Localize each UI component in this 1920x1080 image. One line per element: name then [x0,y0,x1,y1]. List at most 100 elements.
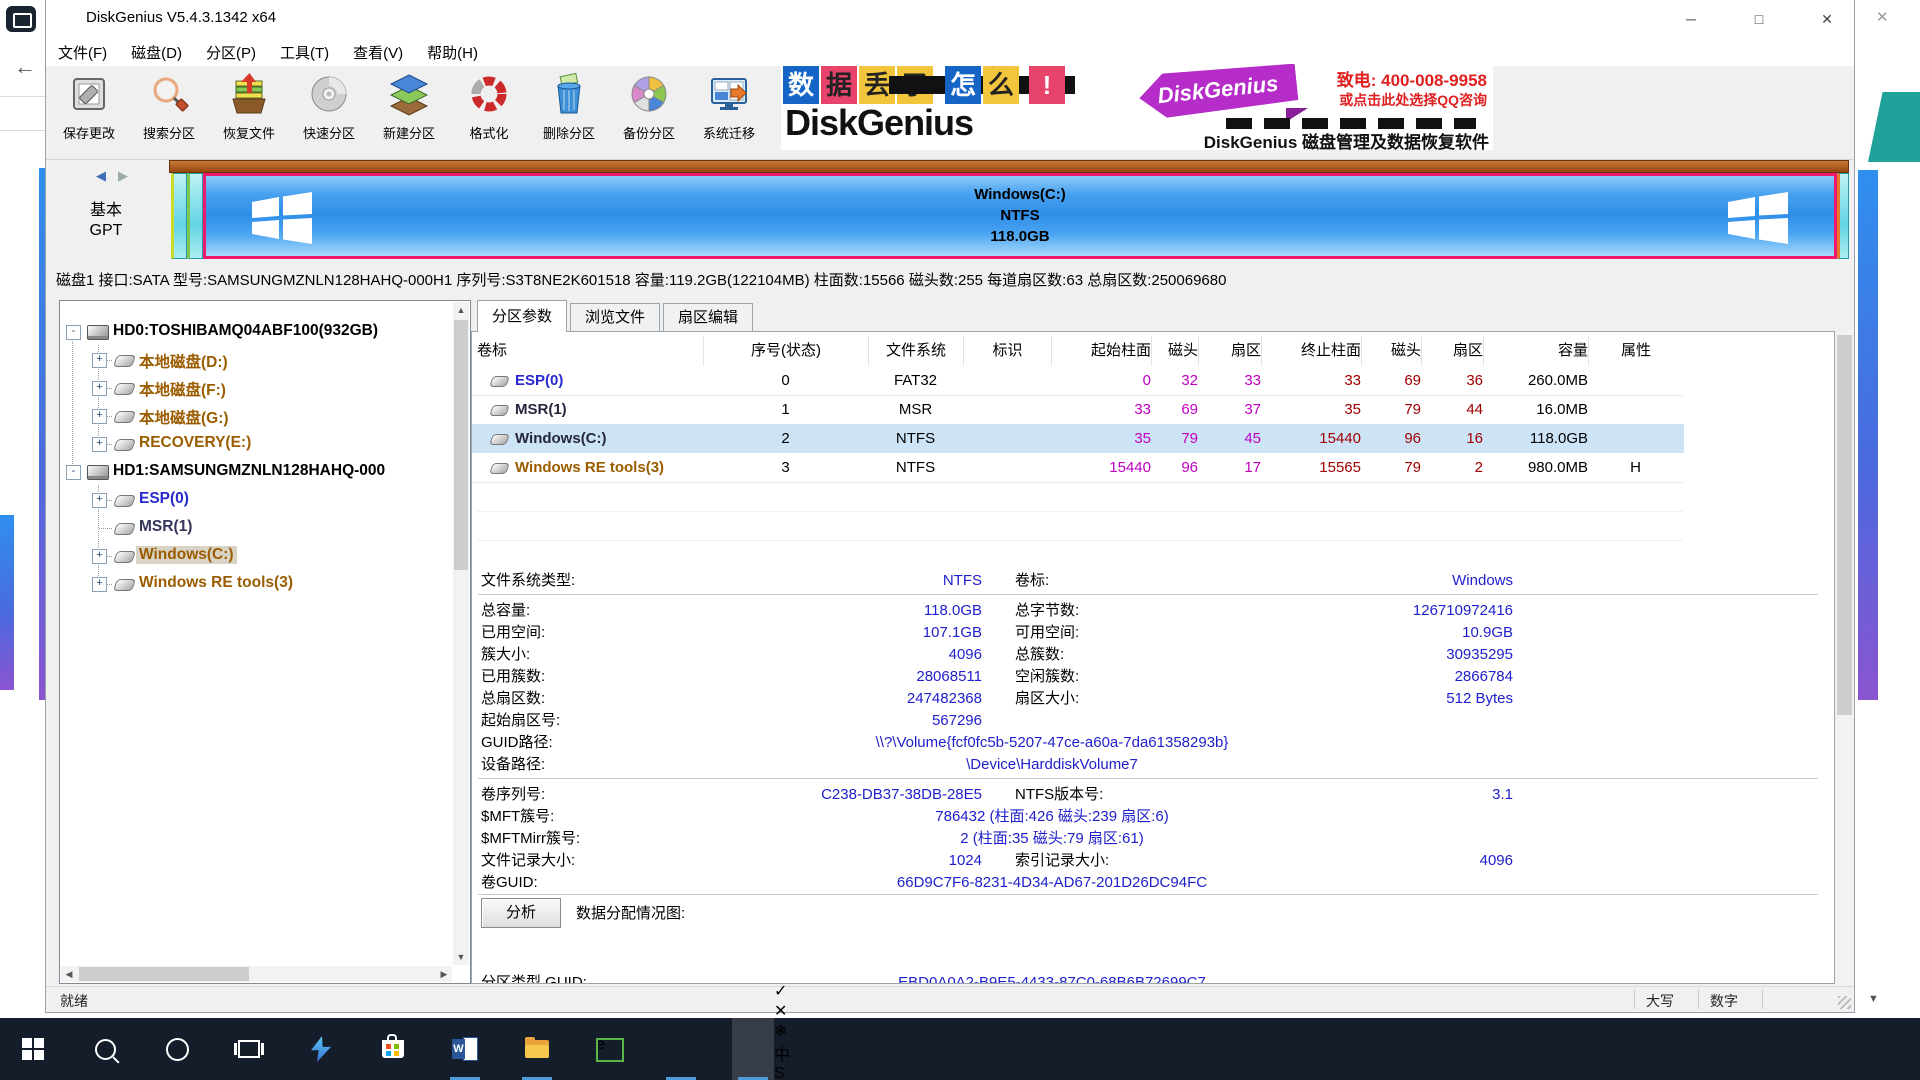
search-partition-button[interactable]: 搜索分区 [130,68,208,156]
expand-icon[interactable]: + [92,409,107,424]
menu-view[interactable]: 查看(V) [341,38,415,67]
tree-item-local-d[interactable]: + 本地磁盘(D:) [60,347,470,373]
detail-row: 文件记录大小:1024 索引记录大小:4096 [472,850,1572,872]
back-arrow-icon[interactable]: ← [14,54,36,80]
menu-tools[interactable]: 工具(T) [268,38,341,67]
store-button[interactable] [372,1018,414,1080]
partition-icon [113,411,136,423]
expand-icon[interactable]: + [92,437,107,452]
tree-item-hd0[interactable]: - HD0:TOSHIBAMQ04ABF100(932GB) [60,319,470,345]
resize-grip[interactable] [1838,996,1851,1009]
tray-defender-icon[interactable]: ✕ [774,1001,836,1021]
file-explorer-button[interactable] [516,1018,558,1080]
banner-tile: 怎 [945,66,981,104]
col-end-head[interactable]: 磁头 [1361,336,1421,366]
scroll-thumb[interactable] [79,967,249,981]
collapse-icon[interactable]: - [66,325,81,340]
desktop-caret-icon[interactable]: ▼ [1868,993,1879,1005]
esp-partition-strip[interactable] [171,173,187,259]
partition-row-windows-c-selected[interactable]: Windows(C:) 2 NTFS 35 79 45 15440 96 16 … [472,424,1684,453]
tree-item-local-g[interactable]: + 本地磁盘(G:) [60,403,470,429]
format-button[interactable]: 格式化 [450,68,528,156]
diskgenius-taskbar-button[interactable] [732,1018,774,1080]
tree-item-recovery-e[interactable]: + RECOVERY(E:) [60,431,470,457]
recovery-partition-strip[interactable] [1837,173,1849,259]
partition-row-msr[interactable]: MSR(1) 1 MSR 33 69 37 35 79 44 16.0MB [472,395,1684,425]
menu-help[interactable]: 帮助(H) [415,38,490,67]
col-end-cylinder[interactable]: 终止柱面 [1261,336,1361,366]
expand-icon[interactable]: + [92,493,107,508]
cell-start-sector: 17 [1198,453,1261,482]
next-disk-icon[interactable]: ▶ [118,168,128,184]
col-capacity[interactable]: 容量 [1483,336,1588,366]
tree-item-windows-c[interactable]: + Windows(C:) [60,543,470,569]
col-filesystem[interactable]: 文件系统 [868,336,963,366]
scroll-up-icon[interactable]: ▲ [453,302,469,318]
tree-item-windows-re[interactable]: + Windows RE tools(3) [60,571,470,597]
start-button[interactable] [12,1018,54,1080]
tray-checklist-icon[interactable]: ✓ [774,981,836,1001]
scroll-left-icon[interactable]: ◀ [61,966,77,982]
tab-browse-files[interactable]: 浏览文件 [570,303,660,331]
windows-c-partition-block[interactable]: Windows(C:) NTFS 118.0GB [203,173,1837,259]
maximize-button[interactable]: □ [1736,4,1782,34]
tab-sector-edit[interactable]: 扇区编辑 [663,303,753,331]
tree-item-msr[interactable]: MSR(1) [60,515,470,541]
col-end-sector[interactable]: 扇区 [1421,336,1483,366]
system-migrate-button[interactable]: 系统迁移 [690,68,768,156]
task-view-button[interactable] [228,1018,270,1080]
close-button[interactable]: ✕ [1804,4,1850,34]
col-start-sector[interactable]: 扇区 [1198,336,1261,366]
scroll-thumb[interactable] [1837,335,1852,715]
tree-horizontal-scrollbar[interactable]: ◀ ▶ [61,966,452,982]
expand-icon[interactable]: + [92,549,107,564]
collapse-icon[interactable]: - [66,465,81,480]
word-button[interactable]: W [444,1018,486,1080]
promo-banner[interactable]: 数 据 丢 了 怎 么 ! DiskGenius DiskGenius 致电: … [781,64,1493,150]
flash-app-button[interactable] [300,1018,342,1080]
cortana-button[interactable] [156,1018,198,1080]
expand-icon[interactable]: + [92,381,107,396]
menu-disk[interactable]: 磁盘(D) [119,38,194,67]
minimize-button[interactable]: ─ [1668,4,1714,34]
taskbar-search-button[interactable] [84,1018,126,1080]
scroll-down-icon[interactable]: ▼ [453,949,469,965]
expand-icon[interactable]: + [92,353,107,368]
tray-sogou-icon[interactable]: S [774,1065,836,1080]
quick-partition-button[interactable]: 快速分区 [290,68,368,156]
scroll-right-icon[interactable]: ▶ [436,966,452,982]
col-volume-label[interactable]: 卷标 [477,336,703,366]
tray-snowflake-icon[interactable]: ❄ [774,1021,836,1041]
partition-row-esp[interactable]: ESP(0) 0 FAT32 0 32 33 33 69 36 260.0MB [472,366,1684,396]
col-attributes[interactable]: 属性 [1588,336,1683,366]
recover-files-button[interactable]: 恢复文件 [210,68,288,156]
main-vertical-scrollbar[interactable] [1836,331,1853,984]
scroll-thumb[interactable] [454,320,468,570]
new-partition-button[interactable]: 新建分区 [370,68,448,156]
internet-explorer-button[interactable]: e [588,1018,630,1080]
msr-partition-strip[interactable] [187,173,203,259]
col-index-status[interactable]: 序号(状态) [703,336,868,366]
tray-ime-indicator[interactable]: 中 [774,1041,836,1065]
background-tab-icon[interactable] [6,6,36,32]
tree-vertical-scrollbar[interactable]: ▲ ▼ [453,302,469,965]
save-changes-button[interactable]: 保存更改 [50,68,128,156]
col-start-head[interactable]: 磁头 [1151,336,1198,366]
banner-qq-link[interactable]: 或点击此处选择QQ咨询 [1221,90,1487,110]
menu-file[interactable]: 文件(F) [46,38,119,67]
tree-item-local-f[interactable]: + 本地磁盘(F:) [60,375,470,401]
expand-icon[interactable]: + [92,577,107,592]
partition-row-windows-re[interactable]: Windows RE tools(3) 3 NTFS 15440 96 17 1… [472,453,1684,483]
edge-button[interactable] [660,1018,702,1080]
tree-item-hd1[interactable]: - HD1:SAMSUNGMZNLN128HAHQ-000 [60,459,470,485]
prev-disk-icon[interactable]: ◀ [96,168,106,184]
tree-item-esp[interactable]: + ESP(0) [60,487,470,513]
background-close-icon[interactable]: ✕ [1876,8,1889,26]
tab-partition-params[interactable]: 分区参数 [477,300,567,332]
menu-partition[interactable]: 分区(P) [194,38,268,67]
analyze-button[interactable]: 分析 [481,898,561,928]
col-identifier[interactable]: 标识 [963,336,1051,366]
backup-partition-button[interactable]: 备份分区 [610,68,688,156]
col-start-cylinder[interactable]: 起始柱面 [1051,336,1151,366]
delete-partition-button[interactable]: 删除分区 [530,68,608,156]
